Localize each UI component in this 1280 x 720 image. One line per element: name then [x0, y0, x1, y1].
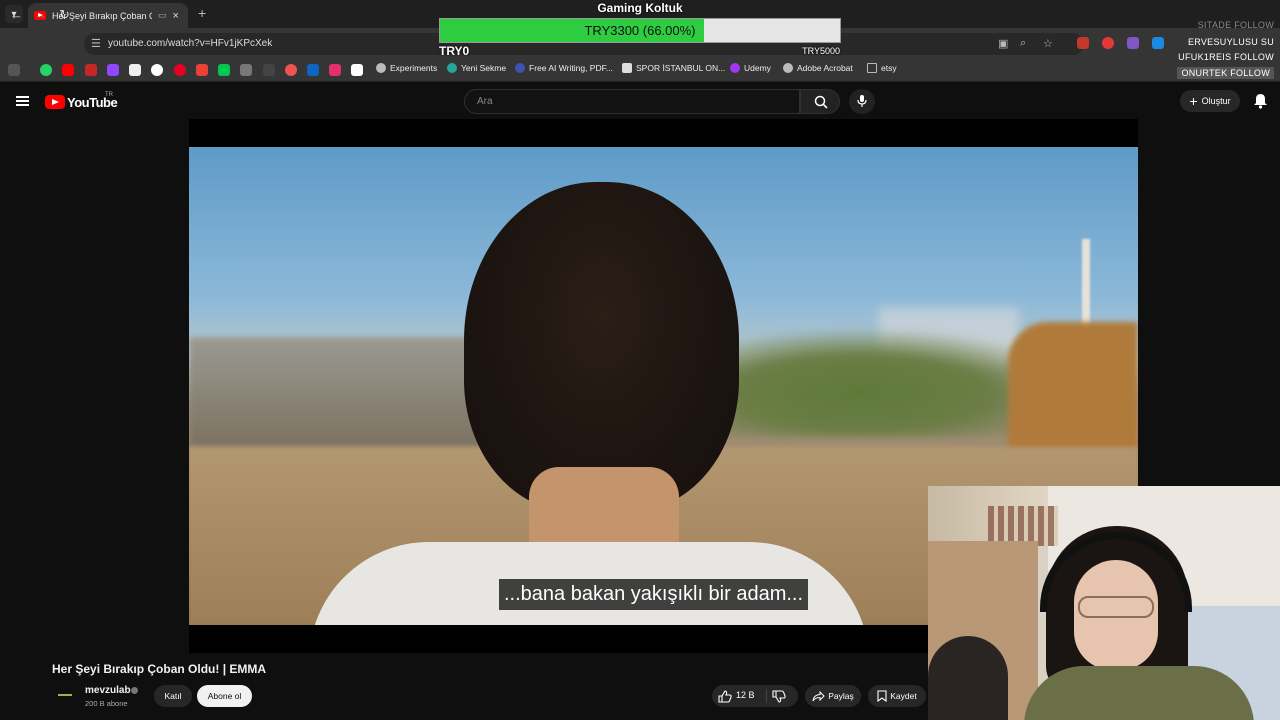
channel-avatar[interactable]: [54, 684, 76, 706]
instagram-icon[interactable]: [329, 64, 341, 76]
microphone-icon: [857, 95, 867, 107]
bookmark-icon[interactable]: [129, 64, 141, 76]
extension-icon[interactable]: [1152, 37, 1164, 49]
bookmark-icon[interactable]: [240, 64, 252, 76]
bookmark-star-icon[interactable]: ☆: [1043, 37, 1053, 50]
close-tab-icon[interactable]: ×: [173, 10, 179, 22]
extension-icon[interactable]: [1102, 37, 1114, 49]
channel-name[interactable]: mevzulab: [85, 685, 131, 696]
goal-max-label: TRY5000: [802, 46, 840, 56]
bookmark-adobe-acrobat[interactable]: Adobe Acrobat: [783, 63, 853, 73]
verified-icon: [131, 687, 138, 694]
gmail-icon[interactable]: [196, 64, 208, 76]
amazon-icon[interactable]: [351, 64, 363, 76]
save-button[interactable]: Kaydet: [868, 685, 926, 707]
follower-alert: UFUK1REIS FOLLOW: [1178, 52, 1274, 62]
follower-alert: SITADE FOLLOW: [1197, 20, 1274, 30]
bookmark-new-tab[interactable]: Yeni Sekme: [447, 63, 506, 73]
site-info-icon[interactable]: ☰: [91, 37, 101, 50]
search-placeholder: Ara: [477, 96, 493, 107]
menu-icon[interactable]: [16, 96, 29, 106]
voice-search-button[interactable]: [849, 89, 875, 114]
follower-alert: ONURTEK FOLLOW: [1177, 67, 1274, 79]
spor-icon: [622, 63, 632, 73]
video-title: Her Şeyi Bırakıp Çoban Oldu! | EMMA: [52, 662, 267, 676]
reload-icon[interactable]: ↻: [59, 7, 70, 23]
goal-min-label: TRY0: [439, 44, 470, 58]
tab-icon: [447, 63, 457, 73]
ai-icon: [515, 63, 525, 73]
bookmark-icon[interactable]: [85, 64, 97, 76]
create-label: Oluştur: [1201, 96, 1231, 106]
goal-progress-text: TRY3300 (66.00%): [584, 23, 696, 38]
browser-tab[interactable]: Her Şeyi Bırakıp Çoban Oldu! ▭ ×: [28, 3, 188, 28]
bookmark-experiments[interactable]: Experiments: [376, 63, 437, 73]
udemy-icon: [730, 63, 740, 73]
globe-icon: [783, 63, 793, 73]
bookmark-icon[interactable]: [285, 64, 297, 76]
follower-alert: ERVESUYLUSU SU: [1187, 37, 1274, 47]
screen: ▾ Her Şeyi Bırakıp Çoban Oldu! ▭ × + ← →…: [0, 0, 1280, 720]
goal-progress-bar: TRY3300 (66.00%): [439, 18, 841, 43]
dislike-icon[interactable]: [772, 690, 786, 703]
picture-in-picture-icon[interactable]: ▭: [158, 10, 167, 21]
search-icon: [814, 95, 828, 109]
share-button[interactable]: Paylaş: [805, 685, 861, 707]
bookmark-udemy[interactable]: Udemy: [730, 63, 771, 73]
youtube-logo-icon[interactable]: [45, 95, 65, 109]
subscriber-count: 200 B abone: [85, 699, 128, 708]
whatsapp-icon[interactable]: [40, 64, 52, 76]
share-label: Paylaş: [828, 691, 854, 701]
address-url[interactable]: youtube.com/watch?v=HFv1jKPcXek: [108, 38, 272, 49]
search-button[interactable]: [800, 89, 840, 114]
create-button[interactable]: + Oluştur: [1180, 90, 1240, 112]
notifications-bell-icon[interactable]: [1253, 93, 1268, 109]
extension-icon[interactable]: [1077, 37, 1089, 49]
extension-icon[interactable]: [1127, 37, 1139, 49]
apps-grid-icon[interactable]: [8, 64, 20, 76]
bookmark-save-icon: [877, 690, 887, 702]
bookmark-etsy[interactable]: etsy: [867, 63, 897, 73]
twitch-icon[interactable]: [107, 64, 119, 76]
video-subtitle: ...bana bakan yakışıklı bir adam...: [499, 579, 809, 610]
cast-icon[interactable]: ▣: [998, 37, 1008, 50]
search-input[interactable]: Ara: [464, 89, 800, 114]
linkedin-icon[interactable]: [307, 64, 319, 76]
bookmark-ai-writing[interactable]: Free AI Writing, PDF...: [515, 63, 613, 73]
plus-icon: +: [1189, 93, 1198, 109]
save-label: Kaydet: [890, 691, 917, 701]
like-count[interactable]: 12 B: [736, 690, 755, 700]
like-icon[interactable]: [718, 690, 732, 703]
youtube-icon[interactable]: [62, 64, 74, 76]
join-button[interactable]: Katıl: [154, 685, 192, 707]
bookmark-icon[interactable]: [263, 64, 275, 76]
bookmark-icon[interactable]: [218, 64, 230, 76]
bookmark-spor-istanbul[interactable]: SPOR İSTANBUL ON...: [622, 63, 725, 73]
share-icon: [812, 690, 825, 701]
zoom-icon[interactable]: ⌕: [1020, 37, 1026, 50]
goal-title: Gaming Koltuk: [597, 1, 683, 15]
bookmark-icon[interactable]: [151, 64, 163, 76]
region-code: TR: [105, 92, 113, 98]
folder-icon: [867, 63, 877, 73]
back-icon[interactable]: ←: [10, 7, 23, 22]
pinterest-icon[interactable]: [174, 64, 186, 76]
subscribe-button[interactable]: Abone ol: [197, 685, 252, 707]
new-tab-icon[interactable]: +: [198, 5, 206, 21]
forward-icon[interactable]: →: [34, 7, 47, 22]
flask-icon: [376, 63, 386, 73]
streamer-webcam: [928, 486, 1280, 720]
